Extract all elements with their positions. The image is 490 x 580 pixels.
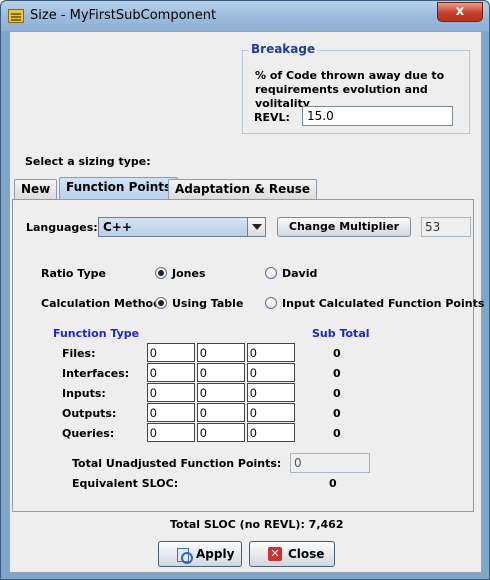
calc-input-fp-label[interactable]: Input Calculated Function Points	[282, 297, 484, 310]
files-low-field[interactable]	[147, 343, 195, 362]
tufp-value: 0	[290, 453, 370, 473]
queries-avg-field[interactable]	[197, 423, 245, 442]
files-high-field[interactable]	[247, 343, 295, 362]
breakage-title: Breakage	[249, 42, 318, 56]
calc-using-table-radio[interactable]	[155, 297, 167, 309]
calculation-method-label: Calculation Method	[41, 297, 161, 310]
tab-function-points[interactable]: Function Points	[59, 177, 179, 200]
queries-high-field[interactable]	[247, 423, 295, 442]
outputs-subtotal: 0	[333, 407, 341, 420]
equivalent-sloc-label: Equivalent SLOC:	[72, 477, 179, 490]
multiplier-value: 53	[421, 217, 471, 237]
ratio-david-label[interactable]: David	[282, 267, 317, 280]
apply-button[interactable]: Apply	[158, 541, 242, 567]
interfaces-subtotal: 0	[333, 367, 341, 380]
outputs-high-field[interactable]	[247, 403, 295, 422]
queries-low-field[interactable]	[147, 423, 195, 442]
app-icon	[8, 9, 24, 23]
close-label: Close	[288, 547, 325, 561]
equivalent-sloc-value: 0	[329, 477, 337, 490]
interfaces-low-field[interactable]	[147, 363, 195, 382]
sizing-type-label: Select a sizing type:	[25, 155, 151, 168]
breakage-description: % of Code thrown away due to requirement…	[255, 69, 445, 110]
files-avg-field[interactable]	[197, 343, 245, 362]
apply-icon	[177, 548, 193, 564]
inputs-high-field[interactable]	[247, 383, 295, 402]
inputs-subtotal: 0	[333, 387, 341, 400]
ratio-jones-label[interactable]: Jones	[172, 267, 206, 280]
close-icon: ✕	[268, 547, 282, 561]
inputs-low-field[interactable]	[147, 383, 195, 402]
outputs-label: Outputs:	[62, 407, 117, 420]
outputs-low-field[interactable]	[147, 403, 195, 422]
files-subtotal: 0	[333, 347, 341, 360]
files-label: Files:	[62, 347, 96, 360]
queries-subtotal: 0	[333, 427, 341, 440]
close-button[interactable]: ✕ Close	[249, 541, 335, 567]
function-type-header: Function Type	[53, 327, 140, 340]
change-multiplier-button[interactable]: Change Multiplier	[277, 217, 411, 237]
ratio-david-radio[interactable]	[265, 267, 277, 279]
interfaces-avg-field[interactable]	[197, 363, 245, 382]
calc-using-table-label[interactable]: Using Table	[172, 297, 243, 310]
tufp-label: Total Unadjusted Function Points:	[72, 457, 282, 470]
ratio-type-label: Ratio Type	[41, 267, 107, 280]
tab-adaptation-reuse[interactable]: Adaptation & Reuse	[168, 179, 318, 199]
title-bar[interactable]: Size - MyFirstSubComponent x	[1, 1, 489, 31]
queries-label: Queries:	[62, 427, 115, 440]
inputs-label: Inputs:	[62, 387, 106, 400]
revl-label: REVL:	[254, 111, 290, 124]
total-sloc-label: Total SLOC (no REVL): 7,462	[170, 518, 344, 531]
revl-input[interactable]	[302, 106, 453, 126]
interfaces-high-field[interactable]	[247, 363, 295, 382]
ratio-jones-radio[interactable]	[155, 267, 167, 279]
inputs-avg-field[interactable]	[197, 383, 245, 402]
languages-label: Languages:	[26, 221, 98, 234]
calc-input-fp-radio[interactable]	[265, 297, 277, 309]
dialog-window: Size - MyFirstSubComponent x Breakage % …	[0, 0, 490, 580]
outputs-avg-field[interactable]	[197, 403, 245, 422]
interfaces-label: Interfaces:	[62, 367, 130, 380]
tab-new[interactable]: New	[14, 179, 58, 199]
subtotal-header: Sub Total	[312, 327, 370, 340]
apply-label: Apply	[196, 547, 235, 561]
languages-select[interactable]: C++	[98, 217, 266, 237]
languages-selected-value: C++	[103, 220, 132, 234]
window-close-button[interactable]: x	[437, 2, 483, 22]
window-title: Size - MyFirstSubComponent	[30, 8, 217, 23]
chevron-down-icon[interactable]	[247, 218, 265, 236]
dialog-content: Breakage % of Code thrown away due to re…	[9, 31, 484, 573]
